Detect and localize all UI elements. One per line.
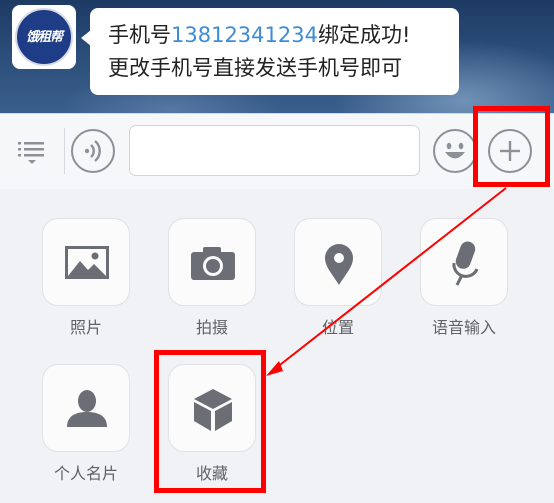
annotation-arrow [266,187,507,376]
